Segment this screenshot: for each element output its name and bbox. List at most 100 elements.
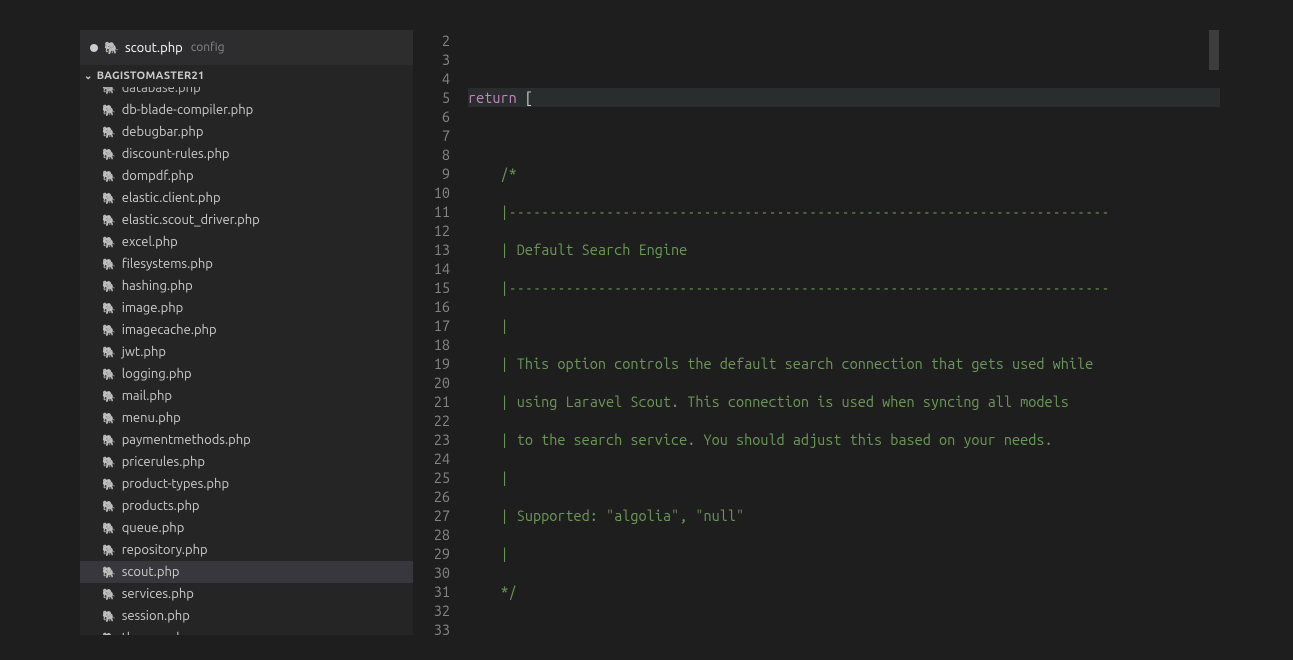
vertical-scrollbar[interactable]	[1206, 30, 1220, 635]
file-item[interactable]: 🐘 menu.php	[80, 407, 413, 429]
file-item[interactable]: 🐘services.php	[80, 583, 413, 605]
line-number: 30	[413, 563, 450, 582]
code-line: | This option controls the default searc…	[468, 354, 1220, 373]
line-number: 28	[413, 525, 450, 544]
php-file-icon: 🐘	[102, 412, 116, 425]
line-number: 4	[413, 69, 450, 88]
php-file-icon: 🐘	[102, 500, 116, 513]
file-item[interactable]: 🐘image.php	[80, 297, 413, 319]
file-item[interactable]: 🐘 imagecache.php	[80, 319, 413, 341]
project-name: BAGISTOMASTER21	[97, 70, 205, 82]
line-number: 33	[413, 620, 450, 635]
php-file-icon: 🐘	[102, 126, 116, 139]
file-item[interactable]: 🐘 mail.php	[80, 385, 413, 407]
php-file-icon: 🐘	[102, 632, 116, 636]
file-item[interactable]: 🐘queue.php	[80, 517, 413, 539]
php-file-icon: 🐘	[102, 478, 116, 491]
file-name-label: menu.php	[122, 411, 181, 425]
line-number: 7	[413, 126, 450, 145]
code-line	[468, 126, 1220, 145]
line-number: 23	[413, 430, 450, 449]
file-name-label: scout.php	[122, 565, 180, 579]
file-item[interactable]: 🐘 db-blade-compiler.php	[80, 99, 413, 121]
line-number: 32	[413, 601, 450, 620]
line-number: 2	[413, 31, 450, 50]
file-name-label: mail.php	[122, 389, 172, 403]
line-number: 31	[413, 582, 450, 601]
file-name-label: database.php	[122, 87, 201, 95]
code-line: */	[468, 582, 1220, 601]
file-name-label: dompdf.php	[122, 169, 194, 183]
file-item[interactable]: 🐘products.php	[80, 495, 413, 517]
file-item[interactable]: 🐘 scout.php	[80, 561, 413, 583]
project-header[interactable]: ⌄ BAGISTOMASTER21	[80, 65, 413, 87]
file-item[interactable]: 🐘product-types.php	[80, 473, 413, 495]
file-item[interactable]: 🐘 debugbar.php	[80, 121, 413, 143]
line-number: 11	[413, 202, 450, 221]
file-name-label: db-blade-compiler.php	[122, 103, 254, 117]
file-item[interactable]: 🐘paymentmethods.php	[80, 429, 413, 451]
file-name-label: debugbar.php	[122, 125, 204, 139]
line-number: 19	[413, 354, 450, 373]
php-file-icon: 🐘	[102, 566, 116, 579]
line-number: 27	[413, 506, 450, 525]
file-name-label: themes.php	[122, 631, 192, 635]
tab-bar: 🐘 scout.php config	[80, 30, 413, 65]
code-line: |	[468, 316, 1220, 335]
php-file-icon: 🐘	[102, 214, 116, 227]
file-item[interactable]: 🐘session.php	[80, 605, 413, 627]
editor-tab-scout[interactable]: 🐘 scout.php config	[80, 30, 237, 65]
file-item[interactable]: 🐘excel.php	[80, 231, 413, 253]
php-file-icon: 🐘	[102, 544, 116, 557]
file-item[interactable]: 🐘 themes.php	[80, 627, 413, 635]
tab-folder: config	[191, 41, 225, 54]
code-line	[468, 620, 1220, 635]
line-number: 20	[413, 373, 450, 392]
line-number: 22	[413, 411, 450, 430]
file-item[interactable]: 🐘elastic.client.php	[80, 187, 413, 209]
file-explorer-list[interactable]: 🐘 database.php 🐘 db-blade-compiler.php 🐘 debu…	[80, 87, 413, 635]
php-file-icon: 🐘	[102, 104, 116, 117]
php-file-icon: 🐘	[102, 368, 116, 381]
file-item[interactable]: 🐘 database.php	[80, 87, 413, 99]
line-number: 16	[413, 297, 450, 316]
file-item[interactable]: 🐘filesystems.php	[80, 253, 413, 275]
file-item[interactable]: 🐘discount-rules.php	[80, 143, 413, 165]
file-item[interactable]: 🐘hashing.php	[80, 275, 413, 297]
code-editor[interactable]: 2345678910111213141516171819202122232425…	[413, 30, 1220, 635]
code-line: |---------------------------------------…	[468, 278, 1220, 297]
code-line: | to the search service. You should adju…	[468, 430, 1220, 449]
file-item[interactable]: 🐘logging.php	[80, 363, 413, 385]
file-item[interactable]: 🐘 dompdf.php	[80, 165, 413, 187]
line-number-gutter: 2345678910111213141516171819202122232425…	[413, 30, 468, 635]
line-number: 26	[413, 487, 450, 506]
code-line: |	[468, 544, 1220, 563]
php-file-icon: 🐘	[102, 170, 116, 183]
line-number: 14	[413, 259, 450, 278]
php-file-icon: 🐘	[102, 588, 116, 601]
line-number: 8	[413, 145, 450, 164]
file-name-label: imagecache.php	[122, 323, 217, 337]
code-line: | Supported: "algolia", "null"	[468, 506, 1220, 525]
scrollbar-thumb[interactable]	[1209, 30, 1219, 70]
file-name-label: excel.php	[122, 235, 178, 249]
file-item[interactable]: 🐘jwt.php	[80, 341, 413, 363]
code-line: return [	[468, 88, 1220, 107]
php-file-icon: 🐘	[102, 522, 116, 535]
code-content[interactable]: return [ /* |---------------------------…	[468, 30, 1220, 635]
php-file-icon: 🐘	[102, 390, 116, 403]
php-file-icon: 🐘	[102, 192, 116, 205]
file-name-label: paymentmethods.php	[122, 433, 251, 447]
file-name-label: pricerules.php	[122, 455, 205, 469]
php-file-icon: 🐘	[102, 87, 116, 95]
file-item[interactable]: 🐘repository.php	[80, 539, 413, 561]
file-item[interactable]: 🐘elastic.scout_driver.php	[80, 209, 413, 231]
file-item[interactable]: 🐘 pricerules.php	[80, 451, 413, 473]
php-file-icon: 🐘	[102, 456, 116, 469]
file-name-label: image.php	[122, 301, 184, 315]
code-line	[468, 50, 1220, 69]
php-file-icon: 🐘	[102, 610, 116, 623]
tab-filename: scout.php	[125, 41, 183, 55]
line-number: 21	[413, 392, 450, 411]
php-file-icon: 🐘	[102, 324, 116, 337]
